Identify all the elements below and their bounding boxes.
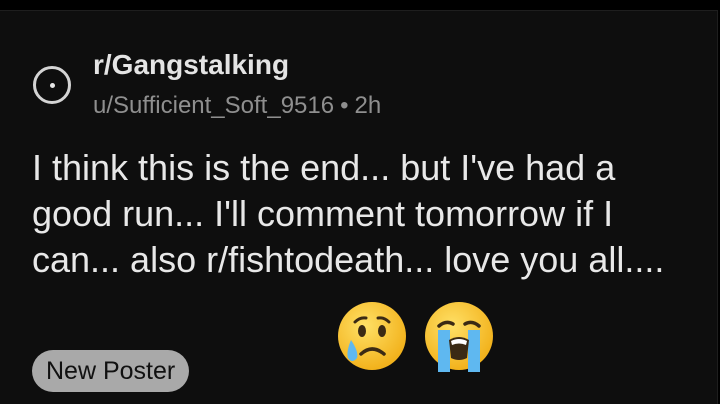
post-card[interactable]: r/Gangstalking u/Sufficient_Soft_9516 • 2h…	[0, 10, 718, 404]
post-body: I think this is the end... but I've had …	[32, 147, 665, 280]
loudly-crying-face-emoji	[425, 302, 493, 372]
post-age: 2h	[354, 92, 382, 119]
author-link[interactable]: u/Sufficient_Soft_9516	[93, 92, 334, 119]
avatar-dot	[50, 83, 55, 88]
crying-face-emoji	[338, 302, 406, 370]
post-meta: u/Sufficient_Soft_9516 • 2h	[93, 92, 381, 120]
user-flair-badge[interactable]: New Poster	[32, 350, 190, 392]
subreddit-avatar-icon[interactable]	[33, 66, 71, 104]
meta-separator: •	[340, 92, 349, 119]
subreddit-name[interactable]: r/Gangstalking	[93, 49, 289, 81]
